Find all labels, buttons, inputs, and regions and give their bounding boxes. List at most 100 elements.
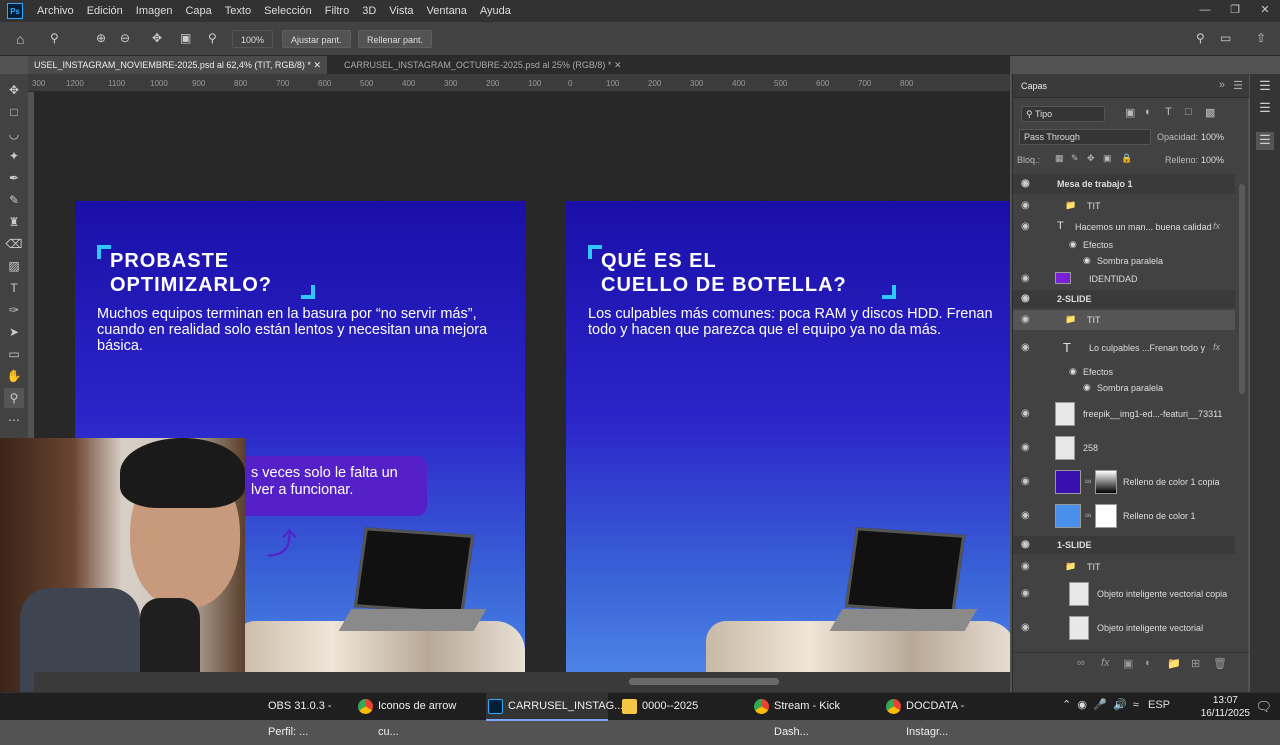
layer-row[interactable]: ◉ Objeto inteligente vectorial [1013,614,1235,642]
close-icon[interactable]: ✕ [1250,0,1280,22]
eye-icon[interactable]: ◉ [1021,178,1030,189]
filter-pixel-icon[interactable]: ▣ [1125,106,1135,119]
lasso-tool-icon[interactable]: ◡ [4,124,24,144]
layer-effects-row[interactable]: ◉ Efectos [1013,237,1235,253]
layer-row-selected[interactable]: ◉ 📁 TIT [1013,310,1235,330]
eye-icon[interactable]: ◉ [1021,561,1030,572]
pen-tool-icon[interactable]: ✑ [4,300,24,320]
zoom-all-windows-icon[interactable]: ▣ [180,31,191,45]
eye-icon[interactable]: ◉ [1021,342,1030,353]
eye-icon[interactable]: ◉ [1021,293,1030,304]
menu-item-texto[interactable]: Texto [225,5,251,17]
mic-icon[interactable]: 🎤 [1093,699,1107,711]
layer-row[interactable]: ◉ Mesa de trabajo 1 [1013,174,1235,194]
tab-octubre[interactable]: CARRUSEL_INSTAGRAM_OCTUBRE-2025.psd al 2… [338,56,627,74]
menu-item-seleccion[interactable]: Selección [264,5,312,17]
eye-icon[interactable]: ◉ [1021,200,1030,211]
new-layer-icon[interactable]: ⊞ [1191,657,1200,670]
taskbar-item-folder[interactable]: 0000--2025 [620,693,730,721]
layer-row[interactable]: ◉ 2-SLIDE [1013,290,1235,308]
magic-wand-icon[interactable]: ✦ [4,146,24,166]
share-icon[interactable]: ⇧ [1256,31,1266,45]
filter-shape-icon[interactable]: □ [1185,106,1192,118]
zoom-tool-icon[interactable]: ⚲ [4,388,24,408]
eye-icon[interactable]: ◉ [1069,366,1077,377]
layer-effect-row[interactable]: ◉ Sombra paralela [1013,380,1235,396]
restore-icon[interactable]: ❐ [1220,0,1250,22]
zoom-out-icon[interactable]: ⊖ [120,31,130,45]
more-tools-icon[interactable]: ⋯ [4,410,24,430]
text-tool-icon[interactable]: T [4,278,24,298]
scrollbar-thumb[interactable] [629,678,779,685]
menu-item-edicion[interactable]: Edición [87,5,123,17]
filter-smart-icon[interactable]: ▩ [1205,106,1215,119]
taskbar-item-chrome-2[interactable]: Stream - Kick Dash... [752,693,876,738]
photoshop-app-icon[interactable]: Ps [7,3,23,19]
panel-menu-icon[interactable]: ☰ [1233,79,1243,92]
eye-icon[interactable]: ◉ [1069,239,1077,250]
hand-tool-icon[interactable]: ✋ [4,366,24,386]
move-tool-icon[interactable]: ✥ [4,80,24,100]
layer-row[interactable]: ◉ T Hacemos un man... buena calidad fx [1013,217,1235,237]
search-icon[interactable]: ⚲ [1196,31,1205,45]
layer-row[interactable]: ◉ freepik__img1-ed...-featuri__73311 [1013,400,1235,428]
eye-icon[interactable]: ◉ [1021,539,1030,550]
fill-screen-button[interactable]: Rellenar pant. [358,30,433,48]
collapse-icon[interactable]: » [1219,79,1225,91]
eye-icon[interactable]: ◉ [1021,442,1030,453]
lock-artboard-icon[interactable]: ▣ [1103,153,1112,164]
lock-move-icon[interactable]: ✥ [1087,153,1095,164]
layer-row[interactable]: ◉ ∞ Relleno de color 1 [1013,502,1235,530]
eye-icon[interactable]: ◉ [1021,273,1030,284]
eye-icon[interactable]: ◉ [1021,588,1030,599]
fit-screen-button[interactable]: Ajustar pant. [282,30,351,48]
home-icon[interactable]: ⌂ [16,31,24,47]
trash-icon[interactable]: 🗑 [1213,657,1227,670]
adjustment-layer-icon[interactable]: ◐ [1145,657,1152,669]
taskbar-item-chrome-1[interactable]: Iconos de arrow cu... [356,693,476,738]
lock-brush-icon[interactable]: ✎ [1071,153,1079,164]
filter-select[interactable]: ⚲ Tipo [1021,106,1105,122]
eyedropper-icon[interactable]: ✒ [4,168,24,188]
layer-row[interactable]: ◉ 📁 TIT [1013,557,1235,577]
adjustments-icon[interactable]: ☰ [1256,100,1274,118]
slide-2-artboard[interactable]: QUÉ ES EL CUELLO DE BOTELLA? Los culpabl… [566,201,1010,672]
close-tab-icon[interactable]: ✕ [313,60,321,70]
menu-item-archivo[interactable]: Archivo [37,5,74,17]
menu-item-filtro[interactable]: Filtro [325,5,349,17]
rectangle-tool-icon[interactable]: ▭ [4,344,24,364]
taskbar-item-chrome-3[interactable]: DOCDATA - Instagr... [884,693,1008,738]
eye-icon[interactable]: ◉ [1083,382,1091,393]
layer-row[interactable]: ◉ Objeto inteligente vectorial copia [1013,580,1235,608]
eye-icon[interactable]: ◉ [1021,622,1030,633]
layer-row[interactable]: ◉ IDENTIDAD [1013,269,1235,289]
fx-icon[interactable]: fx [1101,657,1110,669]
layers-icon[interactable]: ☰ [1256,132,1274,150]
fx-icon[interactable]: fx [1213,221,1220,231]
eye-icon[interactable]: ◉ [1021,476,1030,487]
gradient-tool-icon[interactable]: ▨ [4,256,24,276]
zoom-in-icon[interactable]: ⊕ [96,31,106,45]
filter-type-icon[interactable]: T [1165,106,1172,118]
lock-all-icon[interactable]: 🔒 [1121,153,1132,164]
layers-scrollbar[interactable] [1239,184,1245,394]
close-tab-icon[interactable]: ✕ [614,60,622,70]
taskbar-item-photoshop[interactable]: CARRUSEL_INSTAG... [486,693,623,721]
zoom-value[interactable]: 100% [232,30,274,48]
stamp-tool-icon[interactable]: ♜ [4,212,24,232]
lock-transparent-icon[interactable]: ▦ [1055,153,1064,164]
properties-icon[interactable]: ☰ [1256,78,1274,96]
resize-windows-icon[interactable]: ✥ [152,31,162,45]
eye-icon[interactable]: ◉ [1021,408,1030,419]
clock[interactable]: 13:07 16/11/2025 [1201,693,1250,721]
layer-effect-row[interactable]: ◉ Sombra paralela [1013,253,1235,269]
link-icon[interactable]: ∞ [1085,476,1091,486]
volume-icon[interactable]: 🔊 [1113,699,1127,711]
new-group-icon[interactable]: 📁 [1167,657,1181,670]
menu-item-vista[interactable]: Vista [389,5,413,17]
link-layers-icon[interactable]: ∞ [1077,657,1085,669]
layer-row[interactable]: ◉ 1-SLIDE [1013,536,1235,554]
blend-mode-select[interactable]: Pass Through [1019,129,1151,145]
eye-icon[interactable]: ◉ [1021,314,1030,325]
eye-icon[interactable]: ◉ [1021,221,1030,232]
